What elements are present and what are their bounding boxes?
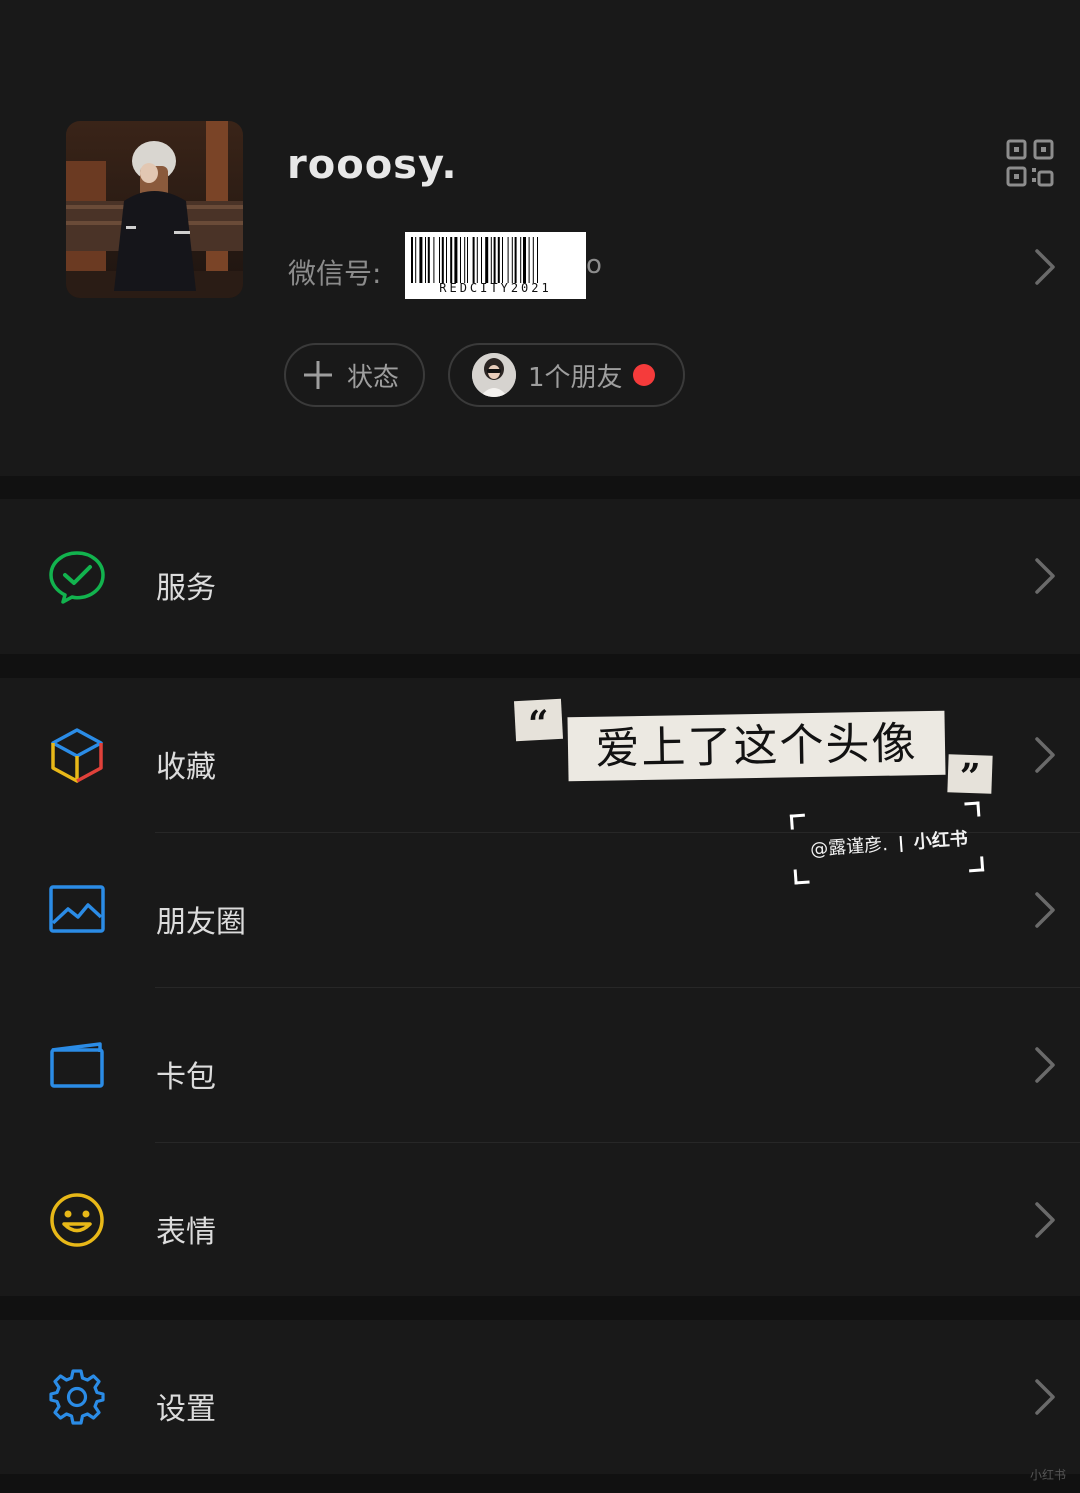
- barcode-bar: [467, 237, 468, 283]
- wechat-id-tail: o: [586, 250, 602, 280]
- chevron-right-icon: [1035, 558, 1055, 594]
- barcode-bar: [507, 237, 509, 283]
- chevron-right-icon: [1035, 1379, 1055, 1415]
- barcode-bar: [441, 237, 444, 283]
- add-status-button[interactable]: 状态: [284, 343, 425, 407]
- settings-group: 设置: [0, 1320, 1080, 1474]
- barcode-bar: [485, 237, 489, 283]
- barcode-bar: [532, 237, 534, 283]
- profile-chevron-icon[interactable]: [1034, 248, 1056, 286]
- barcode-bar: [415, 237, 417, 283]
- barcode-bar: [446, 237, 447, 283]
- credit-author: @露谨彦.: [809, 833, 889, 861]
- wallet-icon: [50, 1042, 104, 1088]
- barcode-bar: [481, 237, 482, 283]
- credit-brand: 小红书: [913, 828, 969, 854]
- favorites-label: 收藏: [156, 750, 216, 785]
- qr-code-icon[interactable]: [1006, 139, 1054, 187]
- add-status-label: 状态: [347, 362, 400, 393]
- corner-watermark-logo: 小红书: [1030, 1468, 1067, 1482]
- barcode-bar: [472, 237, 475, 283]
- plus-icon: [304, 361, 332, 389]
- services-group: 服务: [0, 499, 1080, 654]
- image-icon: [49, 885, 105, 933]
- barcode-bar: [450, 237, 453, 283]
- profile-avatar[interactable]: [66, 121, 243, 298]
- wechat-pay-icon: [49, 551, 105, 604]
- barcode-bar: [493, 237, 496, 283]
- settings-label: 设置: [156, 1392, 216, 1427]
- friends-count-label: 1个朋友: [528, 362, 623, 393]
- chevron-right-icon: [1035, 1047, 1055, 1083]
- barcode-bar: [514, 237, 517, 283]
- barcode-bar: [419, 237, 423, 283]
- chevron-right-icon: [1035, 892, 1055, 928]
- barcode-bar: [511, 237, 513, 283]
- barcode-bar: [464, 237, 466, 283]
- menu-item-services[interactable]: 服务: [0, 499, 1080, 654]
- menu-item-settings[interactable]: 设置: [0, 1320, 1080, 1475]
- quote-text-sticker: 爱上了这个头像: [567, 710, 946, 782]
- quote-close-sticker: ”: [947, 754, 993, 798]
- barcode-bar: [476, 237, 478, 283]
- nickname: rooosy.: [287, 142, 458, 188]
- chevron-right-icon: [1035, 1202, 1055, 1238]
- barcode-bar: [497, 237, 500, 283]
- menu-item-stickers[interactable]: 表情: [0, 1143, 1080, 1298]
- cards-label: 卡包: [156, 1060, 216, 1095]
- profile-header[interactable]: rooosy. 微信号: REDCITY2021 o 状态 1个朋友: [0, 0, 1080, 476]
- services-label: 服务: [156, 571, 216, 606]
- friend-avatar: [472, 353, 516, 397]
- cube-icon: [51, 728, 103, 783]
- barcode-bar: [490, 237, 492, 283]
- quote-open-sticker: “: [513, 698, 564, 746]
- chevron-right-icon: [1035, 737, 1055, 773]
- moments-label: 朋友圈: [156, 905, 246, 940]
- barcode-bar: [433, 237, 435, 283]
- barcode-text: REDCITY2021: [439, 281, 552, 295]
- barcode-bar: [425, 237, 426, 283]
- wechat-id-label: 微信号:: [288, 257, 382, 290]
- barcode-bar: [439, 237, 440, 283]
- gear-icon: [49, 1369, 105, 1425]
- wechat-id-barcode: REDCITY2021: [405, 232, 586, 299]
- credit-watermark: @露谨彦. 小红书: [789, 801, 985, 885]
- barcode-bar: [537, 237, 538, 283]
- barcode-bar: [460, 237, 461, 283]
- barcode-bar: [411, 237, 413, 283]
- new-status-dot: [633, 364, 655, 386]
- smile-icon: [50, 1193, 104, 1247]
- barcode-bar: [528, 237, 530, 283]
- barcode-bar: [523, 237, 526, 283]
- barcode-bar: [520, 237, 522, 283]
- barcode-bar: [502, 237, 503, 283]
- barcode-bar: [454, 237, 458, 283]
- stickers-label: 表情: [156, 1215, 216, 1250]
- barcode-bar: [427, 237, 430, 283]
- menu-item-cards[interactable]: 卡包: [0, 988, 1080, 1143]
